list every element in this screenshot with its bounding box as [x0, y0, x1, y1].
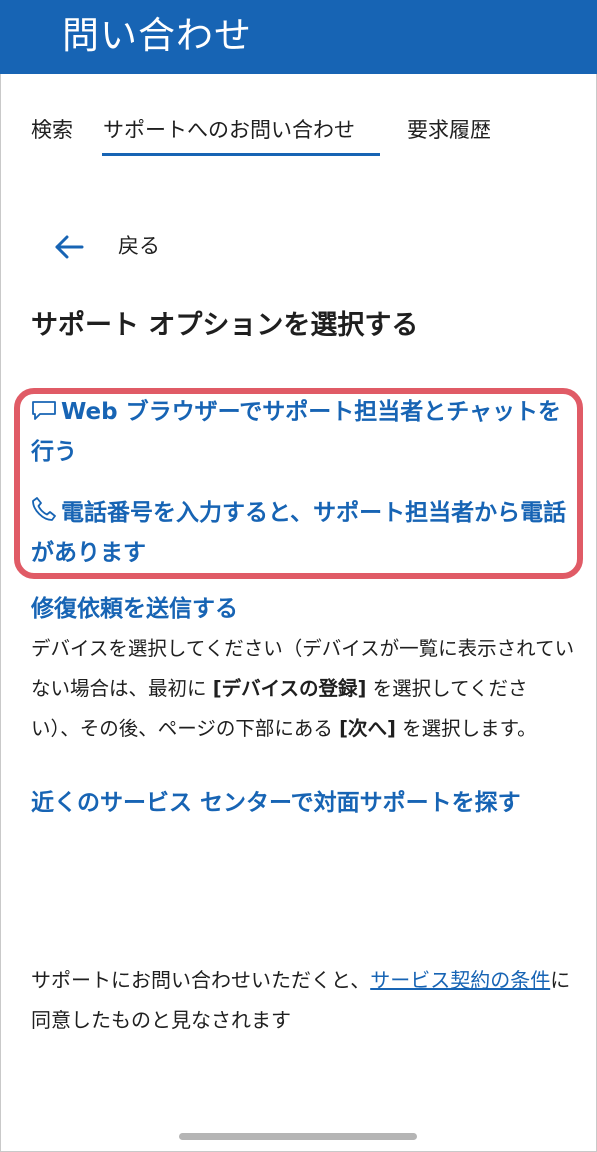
- repair-desc-next: [次へ]: [339, 717, 396, 740]
- chat-support-label: Web ブラウザーでサポート担当者とチャットを行う: [31, 399, 562, 465]
- repair-desc-register-device: [デバイスの登録]: [212, 677, 367, 700]
- tab-search[interactable]: 検索: [31, 114, 73, 146]
- tab-contact-support[interactable]: サポートへのお問い合わせ: [103, 114, 355, 146]
- chat-bubble-icon: [32, 401, 56, 420]
- service-center-label: 近くのサービス センターで対面サポートを探す: [31, 790, 521, 816]
- page-heading: サポート オプションを選択する: [31, 310, 419, 341]
- home-indicator[interactable]: [179, 1133, 417, 1140]
- repair-request-link[interactable]: 修復依頼を送信する: [31, 589, 571, 629]
- phone-callback-link[interactable]: 電話番号を入力すると、サポート担当者から電話があります: [31, 493, 571, 573]
- tab-bar: 検索 サポートへのお問い合わせ 要求履歴: [0, 110, 597, 160]
- phone-icon: [32, 497, 56, 521]
- app-title: 問い合わせ: [62, 14, 252, 57]
- repair-description: デバイスを選択してください（デバイスが一覧に表示されていない場合は、最初に [デ…: [31, 629, 576, 749]
- repair-request-label: 修復依頼を送信する: [31, 596, 238, 622]
- terms-notice: サポートにお問い合わせいただくと、サービス契約の条件に同意したものと見なされます: [31, 960, 576, 1040]
- arrow-left-icon: [55, 235, 84, 259]
- terms-link[interactable]: サービス契約の条件: [370, 968, 550, 992]
- back-button[interactable]: 戻る: [52, 226, 252, 266]
- phone-callback-label: 電話番号を入力すると、サポート担当者から電話があります: [31, 500, 567, 566]
- repair-desc-text-3: を選択します。: [395, 717, 537, 740]
- terms-text-before: サポートにお問い合わせいただくと、: [31, 968, 371, 992]
- app-bar: 問い合わせ: [0, 0, 597, 74]
- active-tab-indicator: [102, 153, 380, 156]
- tab-request-history[interactable]: 要求履歴: [407, 114, 491, 146]
- back-label: 戻る: [118, 234, 160, 258]
- service-center-link[interactable]: 近くのサービス センターで対面サポートを探す: [31, 783, 571, 823]
- chat-support-link[interactable]: Web ブラウザーでサポート担当者とチャットを行う: [31, 392, 571, 472]
